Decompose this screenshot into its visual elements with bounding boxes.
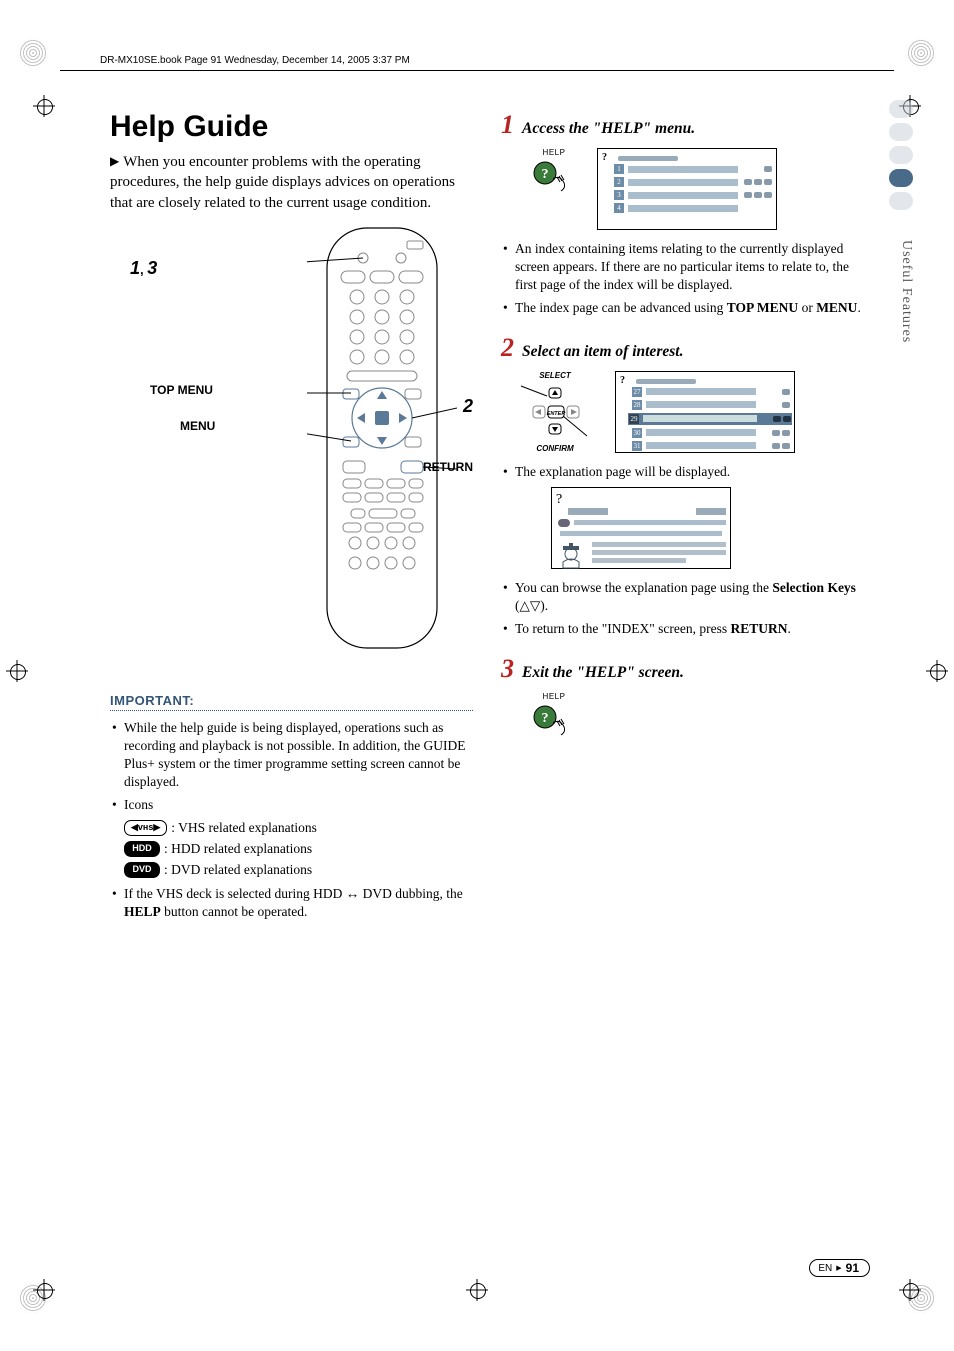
right-column: 1 Access the "HELP" menu. HELP ? — [501, 110, 864, 1251]
step-1: 1 Access the "HELP" menu. HELP ? — [501, 110, 864, 317]
index-screen-scrolled-figure: ? 27 28 29 30 31 — [615, 371, 795, 453]
svg-text:?: ? — [542, 711, 549, 726]
list-item: While the help guide is being displayed,… — [110, 719, 473, 792]
list-item: If the VHS deck is selected during HDD ↔… — [110, 885, 473, 921]
index-screen-figure: ? 1 2 3 4 — [597, 148, 777, 230]
vhs-icon: ◀ᴠʜs▶ — [124, 820, 167, 836]
icon-legend-vhs: ◀ᴠʜs▶ : VHS related explanations — [124, 818, 473, 839]
tab-pill — [889, 192, 913, 210]
step-title: Select an item of interest. — [522, 343, 683, 361]
registration-mark-icon — [899, 1279, 921, 1301]
callout-return: RETURN — [423, 460, 473, 474]
left-column: Help Guide ▶When you encounter problems … — [110, 110, 473, 1251]
list-item: To return to the "INDEX" screen, press R… — [501, 620, 864, 638]
callout-top-menu: TOP MENU — [150, 383, 213, 397]
tab-pill — [889, 146, 913, 164]
registration-mark-icon — [466, 1279, 488, 1301]
callout-menu: MENU — [180, 419, 215, 433]
section-label: Useful Features — [898, 240, 914, 343]
help-press-icon: ? — [531, 703, 577, 739]
select-confirm-figure: SELECT ENTER — [515, 371, 595, 453]
step-2: 2 Select an item of interest. SELECT — [501, 333, 864, 638]
page-title: Help Guide — [110, 110, 473, 144]
step-title: Exit the "HELP" screen. — [522, 664, 684, 682]
question-icon: ? — [620, 375, 625, 386]
remote-icon — [307, 223, 457, 653]
intro-paragraph: ▶When you encounter problems with the op… — [110, 152, 473, 213]
help-press-icon: ? — [531, 159, 577, 195]
confirm-label: CONFIRM — [536, 444, 573, 453]
svg-text:?: ? — [542, 167, 549, 182]
professor-icon — [556, 542, 586, 572]
page-number-badge: EN ▶ 91 — [809, 1259, 870, 1277]
registration-mark-icon — [6, 660, 28, 682]
step-title: Access the "HELP" menu. — [522, 120, 695, 138]
list-item: Icons — [110, 796, 473, 814]
dotted-rule — [110, 710, 473, 711]
explanation-screen-figure: ? — [551, 487, 731, 569]
important-list-2: If the VHS deck is selected during HDD ↔… — [110, 885, 473, 921]
footer-lang: EN — [818, 1263, 832, 1274]
help-button-figure: HELP ? — [531, 148, 577, 195]
step-3: 3 Exit the "HELP" screen. HELP ? — [501, 654, 864, 739]
question-icon: ? — [602, 152, 607, 163]
list-item: The index page can be advanced using TOP… — [501, 299, 864, 317]
list-item: An index containing items relating to th… — [501, 240, 864, 295]
rule-line — [60, 70, 894, 71]
list-item: The explanation page will be displayed. — [501, 463, 864, 481]
enter-label: ENTER — [547, 411, 566, 417]
important-list: While the help guide is being displayed,… — [110, 719, 473, 814]
section-tab — [889, 100, 919, 210]
dvd-icon: DVD — [124, 862, 160, 878]
play-arrow-icon: ▶ — [110, 153, 119, 169]
step-number: 2 — [501, 333, 514, 363]
help-label: HELP — [543, 148, 566, 157]
registration-mark-icon — [926, 660, 948, 682]
list-item: You can browse the explanation page usin… — [501, 579, 864, 615]
question-icon: ? — [556, 492, 726, 508]
content-area: Help Guide ▶When you encounter problems … — [110, 110, 864, 1251]
crop-target-icon — [18, 38, 48, 68]
remote-diagram: 1, 3 TOP MENU MENU 2 RETURN — [110, 223, 473, 653]
important-heading: IMPORTANT: — [110, 693, 473, 708]
callout-2: 2 — [463, 396, 473, 417]
help-label: HELP — [543, 692, 566, 701]
book-header-line: DR-MX10SE.book Page 91 Wednesday, Decemb… — [100, 55, 410, 66]
crop-target-icon — [906, 38, 936, 68]
select-label: SELECT — [539, 371, 571, 380]
icon-legend-hdd: HDD : HDD related explanations — [124, 839, 473, 860]
icon-legend-dvd: DVD : DVD related explanations — [124, 860, 473, 881]
document-page: DR-MX10SE.book Page 91 Wednesday, Decemb… — [0, 0, 954, 1351]
registration-mark-icon — [33, 1279, 55, 1301]
step-number: 3 — [501, 654, 514, 684]
callout-1-3: 1, 3 — [130, 258, 157, 279]
step-number: 1 — [501, 110, 514, 140]
intro-text: When you encounter problems with the ope… — [110, 154, 455, 211]
help-button-figure: HELP ? — [531, 692, 577, 739]
dpad-icon: ENTER — [515, 380, 595, 444]
footer-page: 91 — [846, 1261, 859, 1275]
tab-pill — [889, 100, 913, 118]
tab-pill-active — [889, 169, 913, 187]
registration-mark-icon — [33, 95, 55, 117]
tab-pill — [889, 123, 913, 141]
triangle-icon: ▶ — [836, 1264, 841, 1272]
hdd-icon: HDD — [124, 841, 160, 857]
